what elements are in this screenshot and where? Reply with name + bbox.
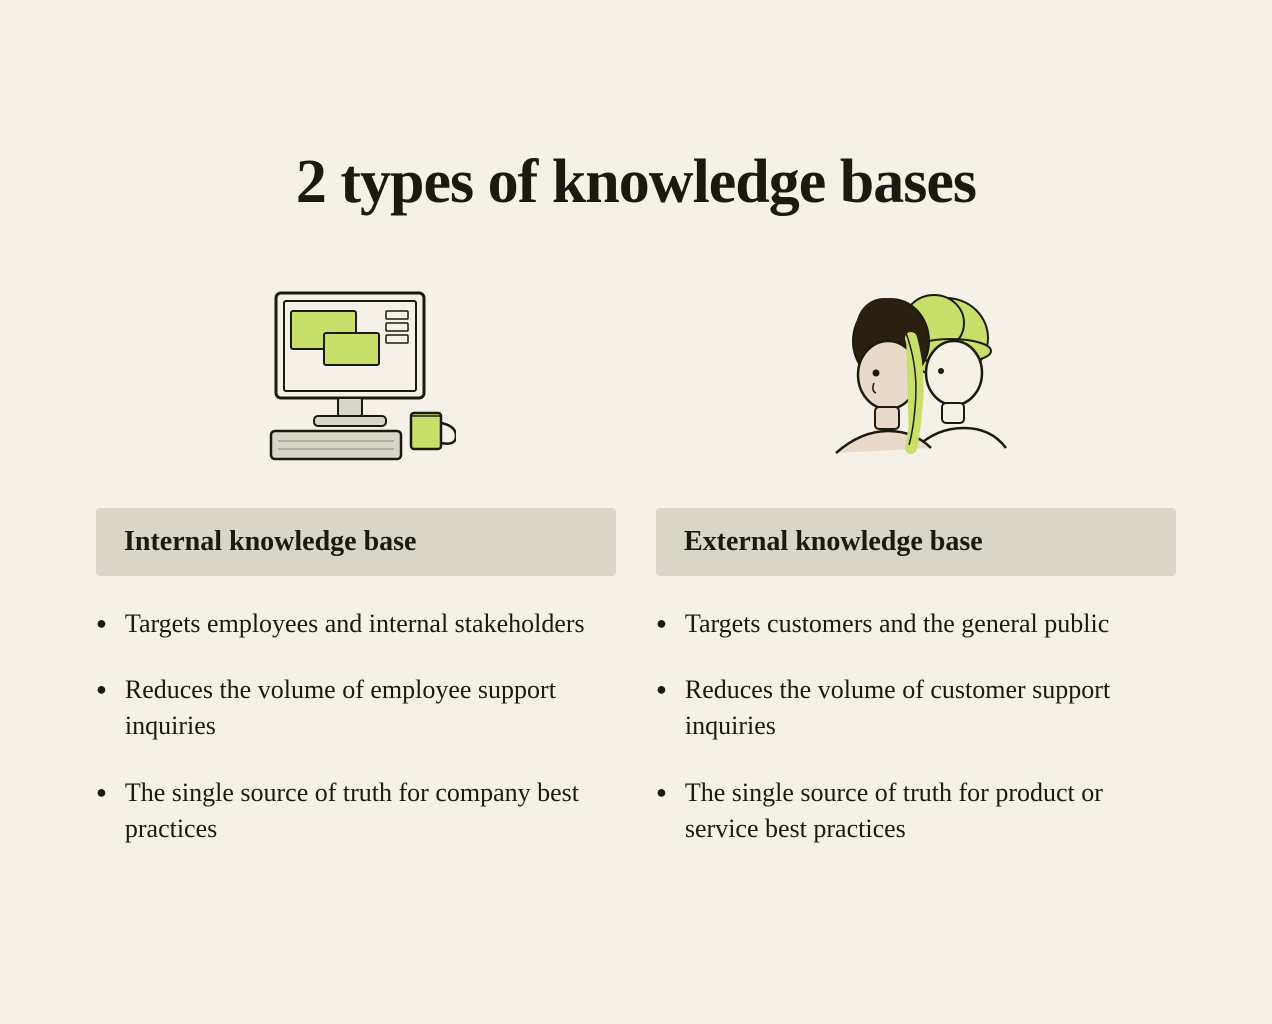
list-item: Reduces the volume of customer support i… <box>656 672 1176 745</box>
internal-icon-area <box>96 268 616 488</box>
page-title: 2 types of knowledge bases <box>96 147 1176 218</box>
people-icon <box>816 283 1016 473</box>
list-item: The single source of truth for company b… <box>96 775 616 848</box>
external-header: External knowledge base <box>656 508 1176 576</box>
bullet-text: Reduces the volume of customer support i… <box>685 672 1176 745</box>
list-item: The single source of truth for product o… <box>656 775 1176 848</box>
computer-icon <box>256 283 456 473</box>
external-icon-area <box>656 268 1176 488</box>
list-item: Targets employees and internal stakehold… <box>96 606 616 642</box>
internal-column: Internal knowledge base Targets employee… <box>96 268 616 878</box>
internal-header: Internal knowledge base <box>96 508 616 576</box>
internal-bullet-list: Targets employees and internal stakehold… <box>96 606 616 848</box>
columns-layout: Internal knowledge base Targets employee… <box>96 268 1176 878</box>
list-item: Reduces the volume of employee support i… <box>96 672 616 745</box>
page-container: 2 types of knowledge bases <box>36 107 1236 918</box>
list-item: Targets customers and the general public <box>656 606 1176 642</box>
external-bullet-list: Targets customers and the general public… <box>656 606 1176 848</box>
external-header-title: External knowledge base <box>684 526 983 557</box>
bullet-text: The single source of truth for product o… <box>685 775 1176 848</box>
internal-header-title: Internal knowledge base <box>124 526 416 557</box>
bullet-text: The single source of truth for company b… <box>125 775 616 848</box>
bullet-text: Targets customers and the general public <box>685 606 1109 642</box>
bullet-text: Reduces the volume of employee support i… <box>125 672 616 745</box>
external-column: External knowledge base Targets customer… <box>656 268 1176 878</box>
bullet-text: Targets employees and internal stakehold… <box>125 606 585 642</box>
